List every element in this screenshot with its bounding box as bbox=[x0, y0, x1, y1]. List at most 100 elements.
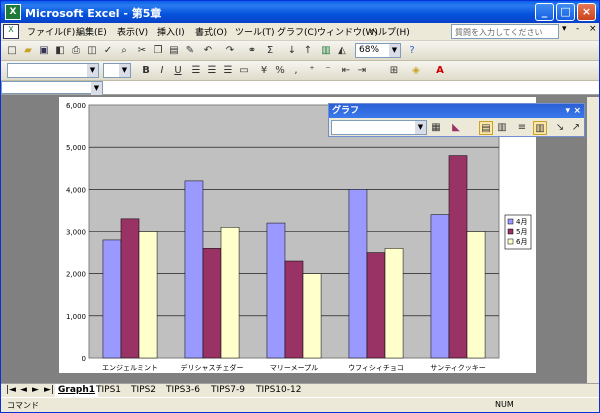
chart-toolbar-title-text: グラフ bbox=[332, 106, 360, 116]
chart-toolbar-close-icon[interactable]: × bbox=[573, 104, 581, 118]
tab-tips3-6[interactable]: TIPS3-6 bbox=[163, 384, 203, 397]
menu-help[interactable]: ヘルプ(H) bbox=[369, 25, 410, 38]
legend-label: 4月 bbox=[516, 218, 527, 226]
angle-down-icon[interactable]: ↘ bbox=[553, 121, 567, 135]
menu-tools[interactable]: ツール(T) bbox=[235, 25, 275, 38]
bold-icon[interactable]: B bbox=[139, 64, 153, 78]
print-preview-icon[interactable]: ◫ bbox=[85, 44, 99, 58]
chevron-down-icon[interactable]: ▼ bbox=[91, 82, 102, 95]
menu-file[interactable]: ファイル(F) bbox=[27, 25, 75, 38]
title-bar: X Microsoft Excel - 第5章 _ □ × bbox=[1, 1, 599, 23]
doc-close-button[interactable]: × bbox=[589, 24, 597, 34]
minimize-button[interactable]: _ bbox=[535, 3, 554, 21]
vertical-scrollbar[interactable] bbox=[587, 97, 599, 383]
sort-desc-icon[interactable]: ↑ bbox=[301, 44, 315, 58]
document-icon[interactable]: X bbox=[3, 24, 19, 39]
format-painter-icon[interactable]: ✎ bbox=[183, 44, 197, 58]
font-color-icon[interactable]: A bbox=[433, 64, 447, 78]
chevron-down-icon[interactable]: ▼ bbox=[389, 44, 400, 57]
align-left-icon[interactable]: ☰ bbox=[189, 64, 203, 78]
tab-graph1[interactable]: Graph1 bbox=[55, 384, 99, 397]
menu-insert[interactable]: 挿入(I) bbox=[157, 25, 185, 38]
chart-wizard-icon[interactable]: ▥ bbox=[319, 44, 333, 58]
menu-chart[interactable]: グラフ(C) bbox=[277, 25, 317, 38]
paste-icon[interactable]: ▤ bbox=[167, 44, 181, 58]
tab-prev-arrow[interactable]: ◄ bbox=[17, 384, 30, 397]
undo-icon[interactable]: ↶ bbox=[201, 44, 215, 58]
increase-decimal-icon[interactable]: ⁺ bbox=[305, 64, 319, 78]
bar bbox=[184, 180, 204, 359]
drawing-icon[interactable]: ◭ bbox=[335, 44, 349, 58]
status-num: NUM bbox=[495, 400, 514, 409]
bar bbox=[120, 218, 140, 359]
zoom-select[interactable]: 68% ▼ bbox=[355, 43, 401, 58]
excel-app-icon[interactable]: X bbox=[5, 4, 21, 20]
help-icon[interactable]: ? bbox=[405, 44, 419, 58]
font-select[interactable]: ▼ bbox=[7, 63, 99, 78]
research-icon[interactable]: ⌕ bbox=[117, 44, 131, 58]
tab-tips10-12[interactable]: TIPS10-12 bbox=[253, 384, 304, 397]
legend-icon[interactable]: ▤ bbox=[479, 121, 493, 135]
name-box[interactable]: ▼ bbox=[1, 81, 103, 95]
align-right-icon[interactable]: ☰ bbox=[221, 64, 235, 78]
chart-type-icon[interactable]: ◣ bbox=[449, 121, 463, 135]
chart-objects-select[interactable]: ▼ bbox=[331, 120, 427, 135]
font-size-select[interactable]: ▼ bbox=[103, 63, 131, 78]
increase-indent-icon[interactable]: ⇥ bbox=[355, 64, 369, 78]
by-row-icon[interactable]: ≡ bbox=[515, 121, 529, 135]
formula-input[interactable] bbox=[105, 81, 599, 94]
chart-area[interactable]: 0 1,000 2,000 3,000 4,000 5,000 6,000 エンジェルミント デ… bbox=[59, 97, 536, 373]
percent-icon[interactable]: % bbox=[273, 64, 287, 78]
underline-icon[interactable]: U bbox=[171, 64, 185, 78]
menu-edit[interactable]: 編集(E) bbox=[76, 25, 107, 38]
tab-tips2[interactable]: TIPS2 bbox=[128, 384, 159, 397]
question-input[interactable]: 質問を入力してください bbox=[451, 24, 559, 39]
data-table-icon[interactable]: ▥ bbox=[495, 121, 509, 135]
spell-check-icon[interactable]: ✓ bbox=[101, 44, 115, 58]
permission-icon[interactable]: ◧ bbox=[53, 44, 67, 58]
menu-dropdown-icon[interactable]: ▾ bbox=[562, 24, 567, 34]
chevron-down-icon[interactable]: ▼ bbox=[415, 121, 426, 134]
decrease-indent-icon[interactable]: ⇤ bbox=[339, 64, 353, 78]
comma-icon[interactable]: , bbox=[289, 64, 303, 78]
status-mode: コマンド bbox=[7, 401, 39, 410]
print-icon[interactable]: ⎙ bbox=[69, 44, 83, 58]
tab-tips1[interactable]: TIPS1 bbox=[93, 384, 124, 397]
window-title: Microsoft Excel - 第5章 bbox=[25, 7, 162, 20]
chevron-down-icon[interactable]: ▼ bbox=[87, 64, 98, 77]
sort-asc-icon[interactable]: ↓ bbox=[285, 44, 299, 58]
column-chart[interactable]: 0 1,000 2,000 3,000 4,000 5,000 6,000 エンジェルミント デ… bbox=[59, 97, 536, 373]
format-object-icon[interactable]: ▦ bbox=[429, 121, 443, 135]
align-center-icon[interactable]: ☰ bbox=[205, 64, 219, 78]
save-icon[interactable]: ▣ bbox=[37, 44, 51, 58]
tab-tips7-9[interactable]: TIPS7-9 bbox=[208, 384, 248, 397]
borders-icon[interactable]: ⊞ bbox=[387, 64, 401, 78]
menu-bar: X ファイル(F) 編集(E) 表示(V) 挿入(I) 書式(O) ツール(T)… bbox=[1, 23, 599, 41]
x-tick-label: デリシャスチェダー bbox=[181, 363, 244, 372]
fill-color-icon[interactable]: ◈ bbox=[409, 64, 423, 78]
hyperlink-icon[interactable]: ⚭ bbox=[245, 44, 259, 58]
open-icon[interactable]: ▰ bbox=[21, 44, 35, 58]
decrease-decimal-icon[interactable]: ⁻ bbox=[321, 64, 335, 78]
copy-icon[interactable]: ❐ bbox=[151, 44, 165, 58]
tab-next-arrow[interactable]: ► bbox=[29, 384, 42, 397]
standard-toolbar: □ ▰ ▣ ◧ ⎙ ◫ ✓ ⌕ ✂ ❐ ▤ ✎ ↶ ↷ ⚭ Σ ↓ ↑ ▥ ◭ … bbox=[1, 41, 599, 61]
menu-format[interactable]: 書式(O) bbox=[195, 25, 227, 38]
new-icon[interactable]: □ bbox=[5, 44, 19, 58]
italic-icon[interactable]: I bbox=[155, 64, 169, 78]
angle-up-icon[interactable]: ↗ bbox=[569, 121, 583, 135]
merge-center-icon[interactable]: ▭ bbox=[237, 64, 251, 78]
autosum-icon[interactable]: Σ bbox=[263, 44, 277, 58]
by-column-icon[interactable]: ▥ bbox=[533, 121, 547, 135]
bar bbox=[430, 214, 450, 359]
chart-toolbar-options-icon[interactable]: ▾ bbox=[565, 104, 570, 118]
legend-swatch bbox=[507, 238, 514, 245]
doc-minimize-button[interactable]: - bbox=[576, 24, 579, 34]
redo-icon[interactable]: ↷ bbox=[223, 44, 237, 58]
close-button[interactable]: × bbox=[577, 3, 596, 21]
chevron-down-icon[interactable]: ▼ bbox=[119, 64, 130, 77]
cut-icon[interactable]: ✂ bbox=[135, 44, 149, 58]
menu-view[interactable]: 表示(V) bbox=[117, 25, 148, 38]
currency-icon[interactable]: ¥ bbox=[257, 64, 271, 78]
maximize-button[interactable]: □ bbox=[556, 3, 575, 21]
